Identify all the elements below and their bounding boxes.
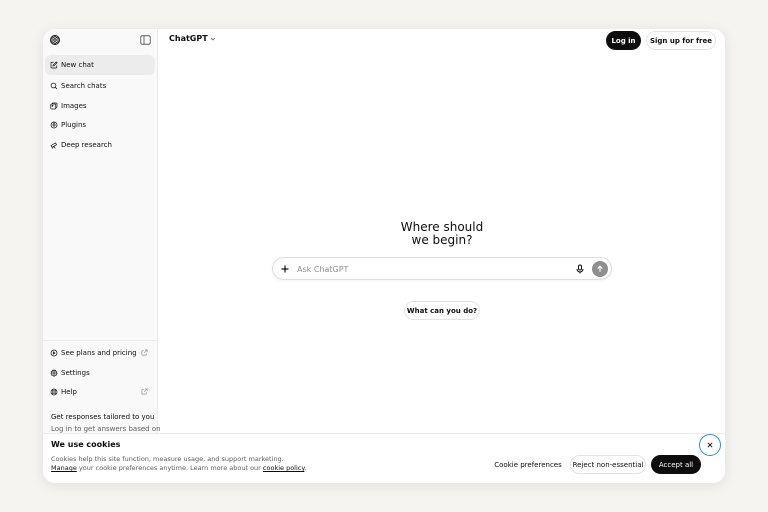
sidebar-item-label: Images [61,102,87,110]
cookie-close-button[interactable] [699,434,721,456]
hero-heading: Where should we begin? [382,221,502,247]
sidebar-divider [43,340,158,341]
sidebar-item-label: Search chats [61,82,107,90]
cookie-banner: We use cookies Cookies help this site fu… [43,433,725,483]
sidebar-item-plans-pricing[interactable]: See plans and pricing [45,343,155,363]
reject-non-essential-button[interactable]: Reject non-essential [570,455,646,474]
accept-all-button[interactable]: Accept all [651,455,701,474]
cookie-title: We use cookies [51,440,121,449]
sidebar-item-label: Deep research [61,141,112,149]
close-icon [707,442,713,448]
arrow-up-icon [597,265,603,272]
cookie-period: . [304,464,307,472]
telescope-icon [50,142,57,149]
sidebar-item-images[interactable]: Images [45,96,155,116]
search-icon [50,82,58,90]
images-icon [50,102,58,110]
sidebar-toggle-icon[interactable] [140,35,151,45]
microphone-icon[interactable] [575,264,585,274]
sidebar-item-settings[interactable]: Settings [45,363,155,383]
tailored-subtitle: Log in to get answers based on [51,425,161,433]
plus-icon[interactable] [280,264,290,274]
plugins-icon [50,121,58,129]
help-icon [50,388,58,396]
cookie-manage-line: Manage your cookie preferences anytime. … [51,464,306,472]
gear-icon [50,369,58,377]
sidebar-item-label: Plugins [61,121,87,129]
chevron-down-icon [210,37,215,40]
sidebar-item-new-chat[interactable]: New chat [45,55,155,75]
model-selector[interactable]: ChatGPT [169,34,216,43]
pencil-square-icon [50,61,58,69]
signup-button[interactable]: Sign up for free [646,31,716,50]
external-link-icon [141,349,148,356]
sidebar-item-label: Help [61,388,77,396]
cookie-description: Cookies help this site function, measure… [51,455,284,463]
sidebar-item-plugins[interactable]: Plugins [45,115,155,135]
openai-logo-icon[interactable] [49,34,61,46]
sidebar-item-label: Settings [61,369,90,377]
app-window: New chat Search chats Images Plugins Dee… [43,29,725,483]
sidebar: New chat Search chats Images Plugins Dee… [43,29,161,483]
cookie-preferences-button[interactable]: Cookie preferences [494,455,562,474]
login-button[interactable]: Log in [606,31,641,50]
sidebar-item-help[interactable]: Help [45,382,155,402]
suggestion-chip[interactable]: What can you do? [404,301,480,320]
send-button[interactable] [592,261,608,277]
cookie-manage-text: your cookie preferences anytime. Learn m… [76,464,263,472]
external-link-icon [141,388,148,395]
manage-link[interactable]: Manage [51,464,77,472]
composer [272,257,612,280]
sidebar-item-search-chats[interactable]: Search chats [45,76,155,96]
sidebar-item-label: See plans and pricing [61,349,137,357]
sidebar-item-deep-research[interactable]: Deep research [45,135,155,155]
chat-input[interactable] [297,262,567,276]
cookie-policy-link[interactable]: cookie policy [263,464,304,472]
model-name: ChatGPT [169,34,208,43]
sidebar-item-label: New chat [61,61,94,69]
hero-line-2: we begin? [411,233,473,247]
tailored-title: Get responses tailored to you [51,413,155,421]
plans-icon [50,349,58,357]
